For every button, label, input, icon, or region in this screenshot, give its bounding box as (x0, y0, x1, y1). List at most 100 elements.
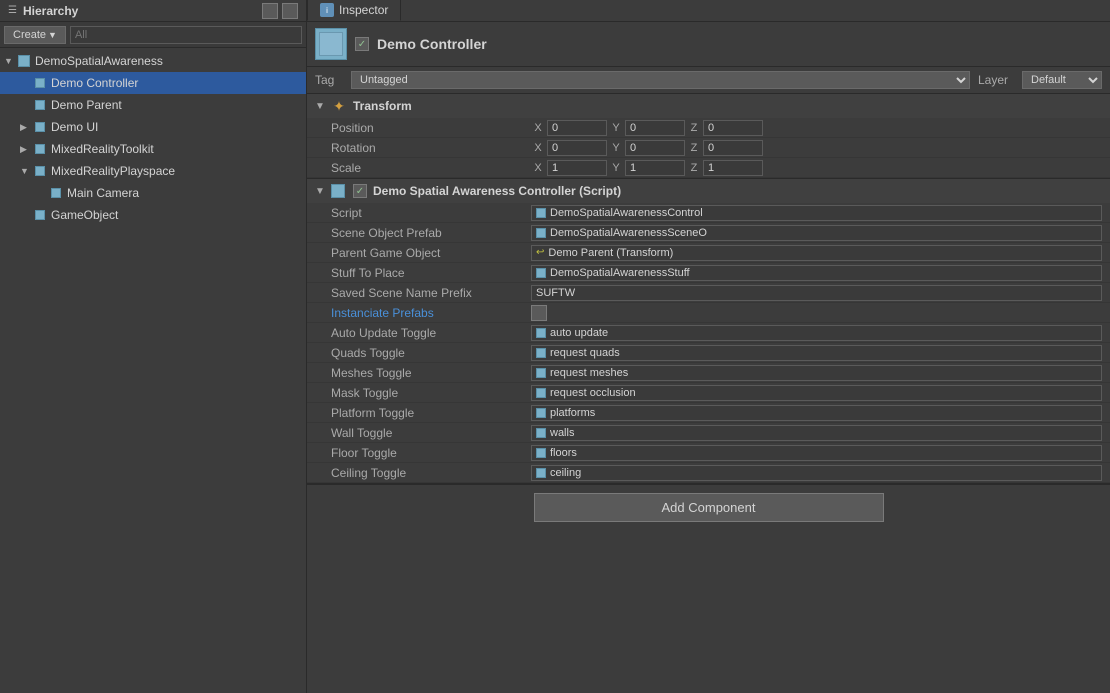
saved-scene-name-prefix-row: Saved Scene Name Prefix (307, 283, 1110, 303)
position-x-input[interactable] (547, 120, 607, 136)
stuff-obj-text: DemoSpatialAwarenessStuff (550, 267, 690, 279)
stuff-to-place-value[interactable]: DemoSpatialAwarenessStuff (531, 265, 1102, 281)
cube-icon (48, 186, 64, 200)
add-component-button[interactable]: Add Component (534, 493, 884, 522)
tag-select[interactable]: Untagged (351, 71, 970, 89)
saved-scene-name-prefix-label: Saved Scene Name Prefix (331, 286, 531, 300)
rotation-y-label: Y (609, 142, 623, 154)
scene-object-prefab-value[interactable]: DemoSpatialAwarenessSceneO (531, 225, 1102, 241)
platform-toggle-value[interactable]: platforms (531, 405, 1102, 421)
position-row: Position X Y Z (307, 118, 1110, 138)
script-component-header[interactable]: ▼ ✓ Demo Spatial Awareness Controller (S… (307, 179, 1110, 203)
position-z-input[interactable] (703, 120, 763, 136)
position-z-label: Z (687, 122, 701, 134)
tree-item-mixed-reality-playspace[interactable]: ▼ MixedRealityPlayspace (0, 160, 306, 182)
create-button[interactable]: Create ▼ (4, 26, 66, 44)
tag-layer-row: Tag Untagged Layer Default (307, 67, 1110, 94)
inspector-content: ✓ Demo Controller Tag Untagged Layer Def… (307, 22, 1110, 693)
options-icon[interactable] (282, 3, 298, 19)
scale-x-input[interactable] (547, 160, 607, 176)
wall-toggle-row: Wall Toggle walls (307, 423, 1110, 443)
mask-text: request occlusion (550, 387, 636, 399)
script-component-name: Demo Spatial Awareness Controller (Scrip… (373, 184, 621, 198)
scale-z-input[interactable] (703, 160, 763, 176)
script-arrow: ▼ (315, 186, 325, 197)
stuff-obj-icon (536, 268, 546, 278)
object-header: ✓ Demo Controller (307, 22, 1110, 67)
position-fields: X Y Z (531, 120, 1102, 136)
layer-select[interactable]: Default (1022, 71, 1102, 89)
cube-icon (32, 208, 48, 222)
rotation-label: Rotation (331, 141, 531, 155)
search-input[interactable] (70, 26, 302, 44)
tree-item-mixed-reality-toolkit[interactable]: ▶ MixedRealityToolkit (0, 138, 306, 160)
script-active-checkbox[interactable]: ✓ (353, 184, 367, 198)
position-y-input[interactable] (625, 120, 685, 136)
meshes-toggle-value[interactable]: request meshes (531, 365, 1102, 381)
rotation-z-input[interactable] (703, 140, 763, 156)
tag-label: Tag (315, 73, 343, 87)
platform-toggle-row: Platform Toggle platforms (307, 403, 1110, 423)
scale-label: Scale (331, 161, 531, 175)
tree-item-demo-ui[interactable]: ▶ Demo UI (0, 116, 306, 138)
floor-text: floors (550, 447, 577, 459)
transform-header[interactable]: ▼ ✦ Transform (307, 94, 1110, 118)
scene-object-prefab-row: Scene Object Prefab DemoSpatialAwareness… (307, 223, 1110, 243)
expand-arrow: ▶ (20, 122, 32, 133)
object-active-checkbox[interactable]: ✓ (355, 37, 369, 51)
tree-item-demo-parent[interactable]: Demo Parent (0, 94, 306, 116)
instantiate-prefabs-checkbox[interactable] (531, 305, 547, 321)
meshes-icon (536, 368, 546, 378)
tree-item-demo-spatial-awareness[interactable]: ▼ DemoSpatialAwareness (0, 50, 306, 72)
rotation-row: Rotation X Y Z (307, 138, 1110, 158)
script-label: Script (331, 206, 531, 220)
object-name: Demo Controller (377, 36, 487, 52)
ceiling-toggle-row: Ceiling Toggle ceiling (307, 463, 1110, 483)
ceiling-toggle-value[interactable]: ceiling (531, 465, 1102, 481)
expand-arrow: ▼ (4, 56, 16, 66)
quads-toggle-row: Quads Toggle request quads (307, 343, 1110, 363)
wall-toggle-label: Wall Toggle (331, 426, 531, 440)
quads-text: request quads (550, 347, 620, 359)
mask-toggle-value[interactable]: request occlusion (531, 385, 1102, 401)
wall-text: walls (550, 427, 574, 439)
lock-icon[interactable] (262, 3, 278, 19)
layer-label: Layer (978, 73, 1014, 87)
add-component-bar: Add Component (307, 484, 1110, 530)
stuff-to-place-row: Stuff To Place DemoSpatialAwarenessStuff (307, 263, 1110, 283)
transform-ref-icon: ↩ (536, 247, 544, 258)
saved-scene-name-prefix-input[interactable] (531, 285, 1102, 301)
mask-toggle-row: Mask Toggle request occlusion (307, 383, 1110, 403)
scene-object-prefab-label: Scene Object Prefab (331, 226, 531, 240)
auto-update-text: auto update (550, 327, 608, 339)
floor-toggle-value[interactable]: floors (531, 445, 1102, 461)
scale-x-label: X (531, 162, 545, 174)
script-ref-text: DemoSpatialAwarenessControl (550, 207, 703, 219)
transform-section: ▼ ✦ Transform Position X Y Z Rotation (307, 94, 1110, 179)
cube-icon (32, 98, 48, 112)
tree-item-demo-controller[interactable]: Demo Controller (0, 72, 306, 94)
cube-icon (32, 120, 48, 134)
parent-game-object-value[interactable]: ↩ Demo Parent (Transform) (531, 245, 1102, 261)
scale-y-label: Y (609, 162, 623, 174)
script-ref-value[interactable]: DemoSpatialAwarenessControl (531, 205, 1102, 221)
rotation-x-input[interactable] (547, 140, 607, 156)
hierarchy-menu-icon: ☰ (8, 5, 17, 16)
wall-toggle-value[interactable]: walls (531, 425, 1102, 441)
auto-update-toggle-value[interactable]: auto update (531, 325, 1102, 341)
scale-y-input[interactable] (625, 160, 685, 176)
tree-item-label: Demo UI (51, 120, 98, 134)
position-label: Position (331, 121, 531, 135)
tree-item-game-object[interactable]: GameObject (0, 204, 306, 226)
mask-icon (536, 388, 546, 398)
tree-item-main-camera[interactable]: Main Camera (0, 182, 306, 204)
instantiate-prefabs-label[interactable]: Instanciate Prefabs (331, 306, 531, 320)
inspector-panel: i Inspector ✓ Demo Controller Tag Untagg… (307, 0, 1110, 693)
rotation-y-input[interactable] (625, 140, 685, 156)
tree-item-label: MixedRealityPlayspace (51, 164, 175, 178)
floor-toggle-label: Floor Toggle (331, 446, 531, 460)
cube-icon (32, 76, 48, 90)
inspector-tab[interactable]: i Inspector (307, 0, 401, 21)
hierarchy-header: ☰ Hierarchy (0, 0, 306, 22)
quads-toggle-value[interactable]: request quads (531, 345, 1102, 361)
